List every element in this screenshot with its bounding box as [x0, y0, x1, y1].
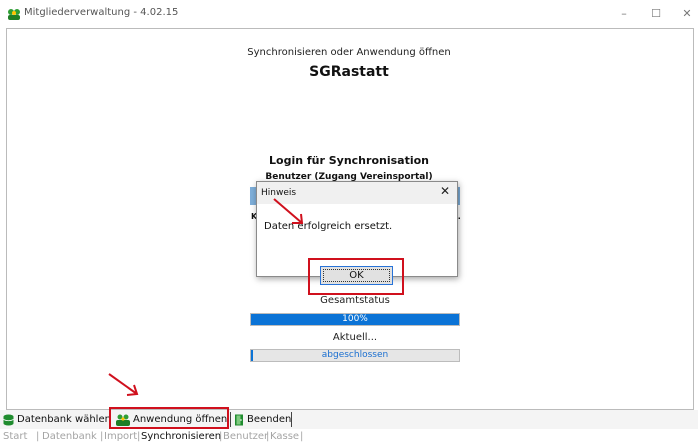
info-dialog: Hinweis ✕ Daten erfolgreich ersetzt. OK [256, 181, 458, 295]
tab-separator: | [36, 431, 40, 442]
open-application-highlight-box [109, 407, 229, 429]
tab-separator: | [100, 431, 104, 442]
arrow-annotation-icon [273, 198, 304, 224]
arrow-annotation-icon [108, 373, 139, 396]
minimize-button[interactable]: – [613, 4, 635, 24]
login-title: Login für Synchronisation [269, 154, 429, 167]
tab-synchronisieren[interactable]: Synchronisieren [141, 431, 221, 442]
tab-import[interactable]: Import [104, 431, 137, 442]
total-status-label: Gesamtstatus [320, 295, 390, 306]
tab-separator: | [300, 431, 304, 442]
window-title: Mitgliederverwaltung - 4.02.15 [24, 7, 179, 18]
dialog-close-icon[interactable]: ✕ [440, 184, 450, 198]
ok-button[interactable]: OK [320, 266, 393, 285]
exit-door-icon [235, 414, 243, 425]
title-bar: Mitgliederverwaltung - 4.02.15 – ☐ ✕ [0, 0, 698, 28]
total-progress-text: 100% [342, 314, 368, 324]
database-icon [3, 414, 14, 425]
total-progress-bar: 100% [250, 313, 460, 326]
maximize-button[interactable]: ☐ [645, 4, 667, 24]
current-status-label: Aktuell... [332, 332, 378, 343]
club-name: SGRastatt [309, 64, 389, 80]
close-button[interactable]: ✕ [676, 4, 698, 24]
database-button[interactable]: Datenbank wählen [3, 412, 111, 427]
toolbar-separator [230, 412, 231, 427]
tab-datenbank[interactable]: Datenbank [42, 431, 97, 442]
database-button-label: Datenbank wählen [17, 414, 111, 425]
tab-benutzer[interactable]: Benutzer [223, 431, 268, 442]
app-icon [8, 9, 20, 20]
tab-bar: Start | Datenbank | Import | Synchronisi… [0, 430, 698, 448]
tab-separator: | [137, 431, 141, 442]
quit-button[interactable]: Beenden [234, 412, 291, 427]
toolbar-separator [291, 412, 292, 427]
tab-separator: | [219, 431, 223, 442]
tab-separator: | [266, 431, 270, 442]
current-progress-bar: abgeschlossen [250, 349, 460, 362]
page-subtitle: Synchronisieren oder Anwendung öffnen [247, 47, 451, 58]
tab-start[interactable]: Start [3, 431, 27, 442]
current-progress-text: abgeschlossen [321, 350, 389, 360]
tab-kasse[interactable]: Kasse [270, 431, 299, 442]
bottom-toolbar: Datenbank wählen Anwendung öffnen Beende… [0, 410, 698, 429]
quit-button-label: Beenden [247, 414, 292, 425]
